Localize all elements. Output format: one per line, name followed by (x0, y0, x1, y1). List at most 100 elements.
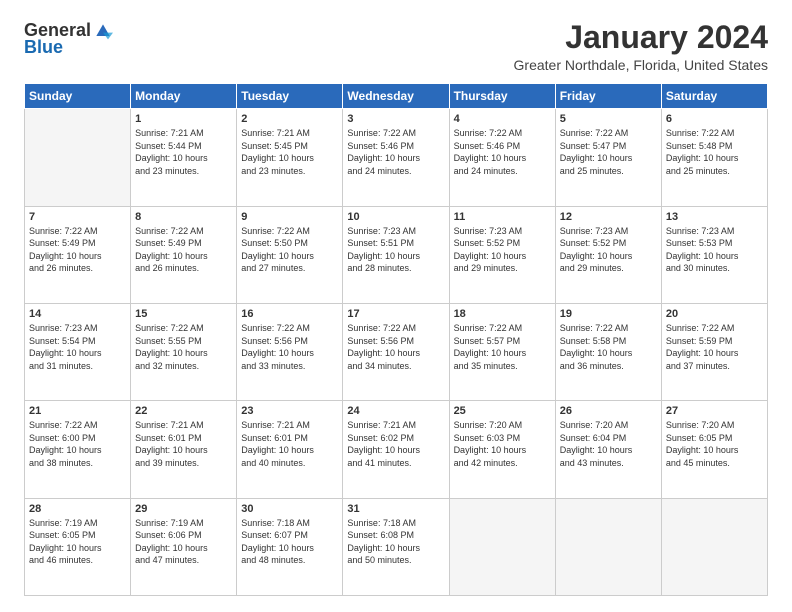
daylight-minutes: and 39 minutes. (135, 458, 199, 468)
daylight-minutes: and 25 minutes. (666, 166, 730, 176)
daylight-hours: Daylight: 10 hours (347, 543, 420, 553)
day-info: Sunrise: 7:18 AM Sunset: 6:08 PM Daylight:… (347, 517, 444, 567)
day-info: Sunrise: 7:19 AM Sunset: 6:05 PM Daylight:… (29, 517, 126, 567)
day-number: 8 (135, 211, 232, 223)
day-number: 1 (135, 113, 232, 125)
sunrise-text: Sunrise: 7:21 AM (241, 420, 310, 430)
daylight-hours: Daylight: 10 hours (666, 445, 739, 455)
day-number: 13 (666, 211, 763, 223)
sunset-text: Sunset: 5:46 PM (347, 141, 414, 151)
daylight-hours: Daylight: 10 hours (560, 348, 633, 358)
sunset-text: Sunset: 5:50 PM (241, 238, 308, 248)
day-info: Sunrise: 7:21 AMSunset: 5:44 PMDaylight:… (135, 127, 232, 177)
day-info: Sunrise: 7:21 AMSunset: 6:02 PMDaylight:… (347, 419, 444, 469)
daylight-hours: Daylight: 10 hours (29, 543, 102, 553)
daylight-minutes: and 23 minutes. (241, 166, 305, 176)
sunrise-text: Sunrise: 7:21 AM (347, 420, 416, 430)
day-number: 21 (29, 405, 126, 417)
week-row-4: 21 Sunrise: 7:22 AMSunset: 6:00 PMDayligh… (25, 401, 768, 498)
daylight-minutes: and 45 minutes. (666, 458, 730, 468)
day-number: 3 (347, 113, 444, 125)
daylight-hours: Daylight: 10 hours (241, 348, 314, 358)
calendar-cell: 19Sunrise: 7:22 AMSunset: 5:58 PMDayligh… (555, 303, 661, 400)
sunrise-text: Sunrise: 7:23 AM (454, 226, 523, 236)
col-thursday: Thursday (449, 84, 555, 109)
day-number: 20 (666, 308, 763, 320)
calendar-cell: 18Sunrise: 7:22 AMSunset: 5:57 PMDayligh… (449, 303, 555, 400)
daylight-hours: Daylight: 10 hours (241, 543, 314, 553)
sunset-text: Sunset: 5:46 PM (454, 141, 521, 151)
sunrise-text: Sunrise: 7:22 AM (29, 420, 98, 430)
title-block: January 2024 Greater Northdale, Florida,… (514, 20, 768, 73)
sunrise-text: Sunrise: 7:21 AM (241, 128, 310, 138)
daylight-minutes: and 25 minutes. (560, 166, 624, 176)
daylight-minutes: and 41 minutes. (347, 458, 411, 468)
sunset-text: Sunset: 6:05 PM (29, 530, 96, 540)
calendar-cell: 22Sunrise: 7:21 AMSunset: 6:01 PMDayligh… (131, 401, 237, 498)
calendar-cell: 24Sunrise: 7:21 AMSunset: 6:02 PMDayligh… (343, 401, 449, 498)
sunset-text: Sunset: 5:51 PM (347, 238, 414, 248)
sunset-text: Sunset: 6:08 PM (347, 530, 414, 540)
col-saturday: Saturday (661, 84, 767, 109)
day-number: 18 (454, 308, 551, 320)
daylight-minutes: and 50 minutes. (347, 555, 411, 565)
calendar-cell: 31Sunrise: 7:18 AMSunset: 6:08 PMDayligh… (343, 498, 449, 595)
sunset-text: Sunset: 5:58 PM (560, 336, 627, 346)
daylight-minutes: and 42 minutes. (454, 458, 518, 468)
daylight-minutes: and 26 minutes. (29, 263, 93, 273)
daylight-minutes: and 37 minutes. (666, 361, 730, 371)
day-number: 29 (135, 503, 232, 515)
daylight-hours: Daylight: 10 hours (347, 445, 420, 455)
day-info: Sunrise: 7:20 AMSunset: 6:05 PMDaylight:… (666, 419, 763, 469)
sunrise-text: Sunrise: 7:23 AM (666, 226, 735, 236)
day-info: Sunrise: 7:21 AMSunset: 6:01 PMDaylight:… (135, 419, 232, 469)
sunrise-text: Sunrise: 7:22 AM (666, 323, 735, 333)
calendar-cell: 25Sunrise: 7:20 AMSunset: 6:03 PMDayligh… (449, 401, 555, 498)
sunset-text: Sunset: 5:56 PM (347, 336, 414, 346)
day-number: 7 (29, 211, 126, 223)
sunrise-text: Sunrise: 7:22 AM (560, 323, 629, 333)
sunrise-text: Sunrise: 7:23 AM (29, 323, 98, 333)
sunrise-text: Sunrise: 7:22 AM (454, 128, 523, 138)
calendar-cell: 28Sunrise: 7:19 AMSunset: 6:05 PMDayligh… (25, 498, 131, 595)
calendar-cell: 6Sunrise: 7:22 AMSunset: 5:48 PMDaylight… (661, 109, 767, 206)
day-info: Sunrise: 7:23 AMSunset: 5:54 PMDaylight:… (29, 322, 126, 372)
daylight-minutes: and 47 minutes. (135, 555, 199, 565)
location-subtitle: Greater Northdale, Florida, United State… (514, 57, 768, 73)
day-info: Sunrise: 7:22 AM Sunset: 5:58 PM Daylight:… (560, 322, 657, 372)
daylight-minutes: and 32 minutes. (135, 361, 199, 371)
daylight-hours: Daylight: 10 hours (666, 348, 739, 358)
day-info: Sunrise: 7:23 AMSunset: 5:52 PMDaylight:… (454, 225, 551, 275)
header: General Blue January 2024 Greater Northd… (24, 20, 768, 73)
daylight-minutes: and 24 minutes. (454, 166, 518, 176)
daylight-hours: Daylight: 10 hours (666, 251, 739, 261)
week-row-5: 28Sunrise: 7:19 AMSunset: 6:05 PMDayligh… (25, 498, 768, 595)
calendar-table: Sunday Monday Tuesday Wednesday Thursday… (24, 83, 768, 596)
sunset-text: Sunset: 6:01 PM (241, 433, 308, 443)
day-number: 4 (454, 113, 551, 125)
sunrise-text: Sunrise: 7:23 AM (560, 226, 629, 236)
sunset-text: Sunset: 5:49 PM (135, 238, 202, 248)
sunset-text: Sunset: 5:49 PM (29, 238, 96, 248)
sunset-text: Sunset: 6:07 PM (241, 530, 308, 540)
col-tuesday: Tuesday (237, 84, 343, 109)
sunrise-text: Sunrise: 7:22 AM (347, 128, 416, 138)
day-info: Sunrise: 7:22 AMSunset: 5:47 PMDaylight:… (560, 127, 657, 177)
day-number: 23 (241, 405, 338, 417)
sunset-text: Sunset: 6:04 PM (560, 433, 627, 443)
calendar-cell: 30Sunrise: 7:18 AMSunset: 6:07 PMDayligh… (237, 498, 343, 595)
sunrise-text: Sunrise: 7:20 AM (454, 420, 523, 430)
day-number: 11 (454, 211, 551, 223)
sunrise-text: Sunrise: 7:22 AM (29, 226, 98, 236)
sunrise-text: Sunrise: 7:19 AM (29, 518, 98, 528)
sunrise-text: Sunrise: 7:22 AM (454, 323, 523, 333)
sunrise-text: Sunrise: 7:18 AM (347, 518, 416, 528)
sunrise-text: Sunrise: 7:20 AM (560, 420, 629, 430)
sunset-text: Sunset: 5:47 PM (560, 141, 627, 151)
sunset-text: Sunset: 5:54 PM (29, 336, 96, 346)
day-info: Sunrise: 7:22 AMSunset: 6:00 PMDaylight:… (29, 419, 126, 469)
sunset-text: Sunset: 5:45 PM (241, 141, 308, 151)
calendar-cell: 12Sunrise: 7:23 AMSunset: 5:52 PMDayligh… (555, 206, 661, 303)
daylight-hours: Daylight: 10 hours (29, 445, 102, 455)
sunset-text: Sunset: 5:55 PM (135, 336, 202, 346)
